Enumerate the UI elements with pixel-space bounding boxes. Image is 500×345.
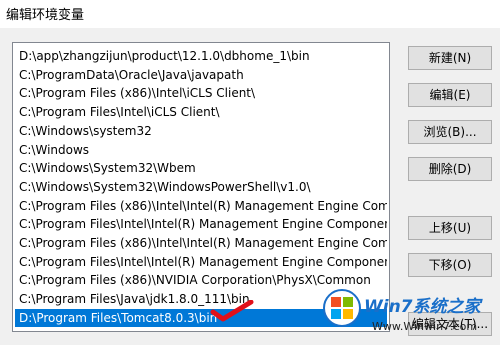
windows-logo-icon (323, 289, 361, 327)
path-list-item[interactable]: C:\Program Files\Intel\iCLS Client\ (15, 103, 387, 121)
delete-button[interactable]: 删除(D) (408, 157, 492, 181)
move-up-button[interactable]: 上移(U) (408, 216, 492, 240)
watermark-url: Www.Winwin7.com (372, 320, 478, 333)
path-list-item[interactable]: C:\Program Files (x86)\Intel\Intel(R) Ma… (15, 234, 387, 252)
browse-button[interactable]: 浏览(B)... (408, 120, 492, 144)
path-list-item[interactable]: D:\app\zhangzijun\product\12.1.0\dbhome_… (15, 47, 387, 65)
path-list-item[interactable]: C:\ProgramData\Oracle\Java\javapath (15, 66, 387, 84)
path-list-item[interactable]: C:\Windows (15, 141, 387, 159)
edit-button[interactable]: 编辑(E) (408, 83, 492, 107)
new-button[interactable]: 新建(N) (408, 46, 492, 70)
path-list-item[interactable]: C:\Program Files\Intel\Intel(R) Manageme… (15, 215, 387, 233)
watermark-brand: Win7系统之家 (364, 297, 481, 317)
title-bar: 编辑环境变量 (0, 0, 500, 28)
path-list-item[interactable]: C:\Windows\System32\WindowsPowerShell\v1… (15, 178, 387, 196)
move-down-button[interactable]: 下移(O) (408, 253, 492, 277)
checkmark-icon (210, 300, 254, 322)
path-list-item[interactable]: C:\Windows\System32\Wbem (15, 159, 387, 177)
path-list-item[interactable]: C:\Windows\system32 (15, 122, 387, 140)
watermark: Win7系统之家 Www.Winwin7.com (322, 286, 500, 345)
path-list-item[interactable]: C:\Program Files\Intel\Intel(R) Manageme… (15, 253, 387, 271)
window-title: 编辑环境变量 (6, 8, 85, 23)
path-list-item[interactable]: C:\Program Files (x86)\Intel\Intel(R) Ma… (15, 197, 387, 215)
path-list-item[interactable]: C:\Program Files (x86)\Intel\iCLS Client… (15, 84, 387, 102)
